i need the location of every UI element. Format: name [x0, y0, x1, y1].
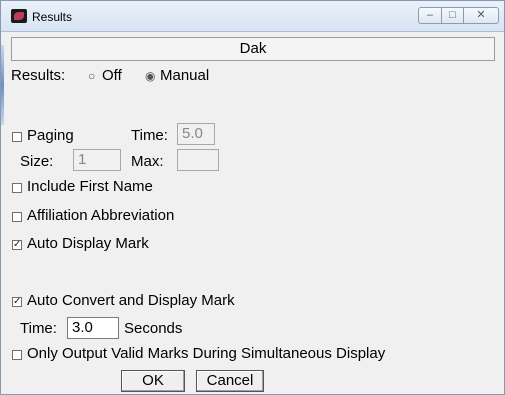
radio-off-label[interactable]: Off [102, 67, 122, 85]
paging-time-label: Time: [131, 127, 168, 144]
convert-time-field[interactable]: 3.0 [67, 317, 119, 339]
max-field[interactable] [177, 149, 219, 171]
valid-marks-label[interactable]: Only Output Valid Marks During Simultane… [27, 345, 385, 363]
app-icon [11, 9, 27, 23]
window-title: Results [32, 10, 73, 24]
paging-time-field[interactable]: 5.0 [177, 123, 215, 145]
paging-checkbox[interactable] [12, 132, 22, 142]
valid-marks-checkbox[interactable] [12, 350, 22, 360]
convert-time-label: Time: [20, 320, 57, 337]
auto-convert-checkbox[interactable]: ✓ [12, 297, 22, 307]
close-button[interactable]: ✕ [463, 7, 499, 24]
results-window: Results – □ ✕ Dak Results: ○ Off ◉ Manua… [0, 0, 505, 395]
dialog-body: Dak Results: ○ Off ◉ Manual Paging Time:… [11, 37, 495, 392]
size-label: Size: [20, 153, 54, 170]
seconds-label: Seconds [124, 320, 183, 337]
auto-display-mark-label[interactable]: Auto Display Mark [27, 235, 149, 253]
size-field[interactable]: 1 [73, 149, 121, 171]
ok-button[interactable]: OK [121, 370, 185, 392]
affiliation-abbreviation-label[interactable]: Affiliation Abbreviation [27, 207, 174, 225]
affiliation-abbreviation-checkbox[interactable] [12, 212, 22, 222]
auto-convert-label[interactable]: Auto Convert and Display Mark [27, 292, 235, 310]
auto-display-mark-checkbox[interactable]: ✓ [12, 240, 22, 250]
radio-manual-icon[interactable]: ◉ [145, 67, 155, 85]
include-first-name-checkbox[interactable] [12, 183, 22, 193]
radio-manual-label[interactable]: Manual [160, 67, 209, 85]
max-label: Max: [131, 153, 164, 170]
title-bar[interactable]: Results – □ ✕ [1, 1, 504, 32]
paging-label[interactable]: Paging [27, 127, 74, 145]
radio-off-icon[interactable]: ○ [88, 67, 95, 85]
maximize-button[interactable]: □ [441, 7, 464, 24]
include-first-name-label[interactable]: Include First Name [27, 178, 153, 196]
cancel-button[interactable]: Cancel [196, 370, 264, 392]
results-label: Results: [11, 67, 66, 84]
section-header: Dak [11, 37, 495, 61]
minimize-button[interactable]: – [418, 7, 442, 24]
window-edge-highlight [1, 45, 4, 125]
